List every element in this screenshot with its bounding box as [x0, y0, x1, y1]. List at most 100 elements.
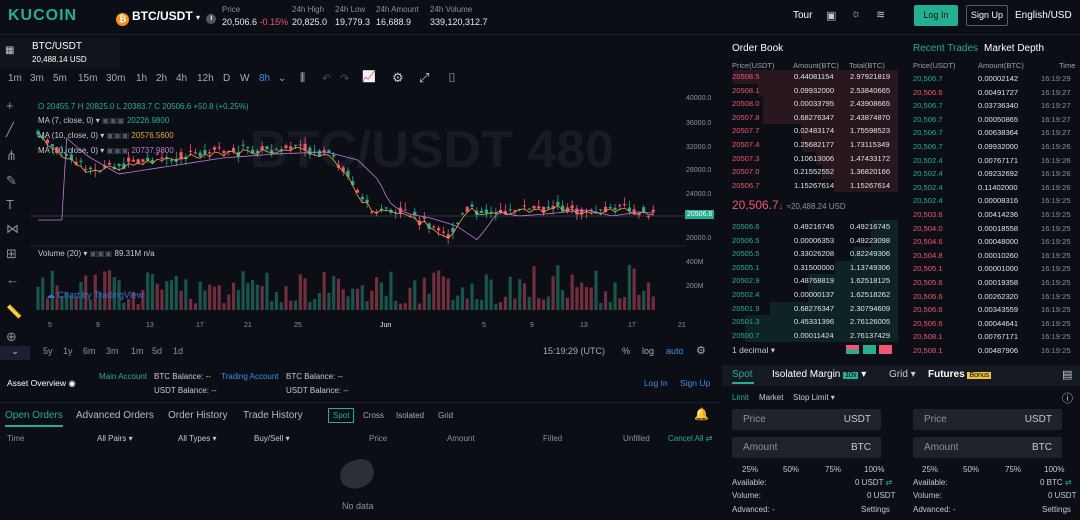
help-icon[interactable]: ⓘ [1062, 390, 1073, 406]
buy-pct-75[interactable]: 75% [825, 465, 841, 474]
tab-open-orders[interactable]: Open Orders [5, 410, 63, 427]
sell-settings[interactable]: Settings [1042, 505, 1071, 514]
calculator-icon[interactable]: ▤ [1062, 368, 1072, 381]
indicators-icon[interactable]: 📈 [362, 70, 376, 83]
collapse-toolbar-icon[interactable]: ⌄ [0, 346, 30, 360]
filter-grid[interactable]: Grid [438, 411, 453, 420]
eye-icon[interactable]: ◉ [68, 378, 75, 388]
ruler-icon[interactable]: 📏 [6, 304, 22, 320]
asks-row[interactable]: 20507.7 0.02483174 1.75598523 [732, 124, 898, 138]
tf-3m[interactable]: 3m [30, 73, 44, 84]
sell-pct-75[interactable]: 75% [1005, 465, 1021, 474]
tab-isolated-margin[interactable]: Isolated Margin 10x ▾ [772, 369, 866, 380]
range-6m[interactable]: 6m [83, 346, 96, 356]
bids-row[interactable]: 20500.7 0.00011424 2.76137429 [732, 328, 898, 343]
info-icon[interactable]: i [206, 14, 217, 24]
sell-pct-50[interactable]: 50% [963, 465, 979, 474]
range-3m[interactable]: 3m [106, 346, 119, 356]
bids-row[interactable]: 20506.5 0.00006353 0.49223098 [732, 233, 898, 248]
grid-icon[interactable]: ▦ [5, 45, 14, 56]
bids-row[interactable]: 20502.4 0.00000137 1.62518262 [732, 288, 898, 302]
sell-advanced[interactable]: Advanced: - [913, 505, 956, 514]
ob-view-asks-icon[interactable] [879, 345, 892, 354]
tour-link[interactable]: Tour [793, 10, 812, 21]
fib-icon[interactable]: ⋔ [6, 148, 17, 164]
ordertype-limit[interactable]: Limit [732, 393, 749, 402]
chart-settings-icon[interactable]: ⚙ [696, 344, 706, 357]
log-toggle[interactable]: log [642, 346, 654, 356]
tf-more-icon[interactable]: ⌄ [278, 73, 286, 84]
percent-toggle[interactable]: % [622, 346, 630, 356]
measure-icon[interactable]: ⊞ [6, 246, 17, 262]
sun-icon[interactable]: ☼ [851, 8, 861, 20]
buy-pct-25[interactable]: 25% [742, 465, 758, 474]
ordertype-stop-limit[interactable]: Stop Limit ▾ [793, 393, 835, 402]
tf-15m[interactable]: 15m [78, 73, 97, 84]
auto-toggle[interactable]: auto [666, 346, 684, 356]
tab-trade-history[interactable]: Trade History [243, 410, 303, 421]
cancel-all-button[interactable]: Cancel All ⇄ [668, 434, 713, 443]
sell-pct-25[interactable]: 25% [922, 465, 938, 474]
col-buy-sell[interactable]: Buy/Sell ▾ [254, 434, 290, 443]
filter-isolated[interactable]: Isolated [396, 411, 424, 420]
tf-2h[interactable]: 2h [156, 73, 167, 84]
pair-selector[interactable]: ₿ BTC/USDT ▾ i [116, 9, 217, 26]
tf-12h[interactable]: 12h [197, 73, 214, 84]
buy-pct-100[interactable]: 100% [864, 465, 884, 474]
tab-spot[interactable]: Spot [732, 369, 753, 380]
language-selector[interactable]: English/USD [1015, 10, 1072, 21]
wifi-icon[interactable]: ≋ [876, 8, 885, 21]
tf-5m[interactable]: 5m [53, 73, 67, 84]
bids-row[interactable]: 20505.1 0.31500000 1.13749306 [732, 260, 898, 275]
col-all-pairs[interactable]: All Pairs ▾ [97, 434, 133, 443]
buy-price-input[interactable]: Price USDT [732, 409, 881, 430]
range-5y[interactable]: 5y [43, 346, 53, 356]
tradingview-credit[interactable]: ☁ Chart by TradingView [46, 290, 143, 301]
buy-pct-50[interactable]: 50% [783, 465, 799, 474]
tf-1h[interactable]: 1h [136, 73, 147, 84]
asset-overview[interactable]: Asset Overview ◉ [7, 378, 76, 389]
tab-market-depth[interactable]: Market Depth [984, 43, 1044, 54]
precision-select[interactable]: 1 decimal ▾ [732, 345, 775, 356]
asks-row[interactable]: 20507.8 0.68276347 2.43874870 [732, 110, 898, 125]
bids-row[interactable]: 20502.9 0.48768819 1.62518125 [732, 274, 898, 288]
tab-order-history[interactable]: Order History [168, 410, 227, 421]
bids-row[interactable]: 20505.5 0.33026208 0.82249306 [732, 247, 898, 261]
account-signup-link[interactable]: Sign Up [680, 378, 710, 388]
trendline-icon[interactable]: ╱ [6, 122, 14, 138]
filter-spot[interactable]: Spot [328, 408, 355, 423]
asks-row[interactable]: 20507.4 0.25682177 1.73115349 [732, 138, 898, 152]
main-account-link[interactable]: Main Account [99, 372, 147, 381]
range-5d[interactable]: 5d [152, 346, 162, 356]
tab-grid[interactable]: Grid ▾ [889, 369, 916, 380]
filter-cross[interactable]: Cross [363, 411, 384, 420]
tf-d[interactable]: D [223, 73, 230, 84]
fullscreen-icon[interactable]: ⤢ [419, 70, 429, 86]
ob-view-both-icon[interactable] [846, 345, 859, 354]
asks-row[interactable]: 20507.0 0.21552552 1.36820166 [732, 165, 898, 179]
bell-icon[interactable]: 🔔 [694, 407, 709, 421]
brush-icon[interactable]: ✎ [6, 173, 17, 189]
sell-price-input[interactable]: Price USDT [913, 409, 1062, 430]
signup-button[interactable]: Sign Up [966, 5, 1008, 26]
sell-pct-100[interactable]: 100% [1044, 465, 1064, 474]
asks-row[interactable]: 20507.3 0.10613006 1.47433172 [732, 151, 898, 166]
redo-icon[interactable]: ↷ [340, 72, 349, 85]
asks-row[interactable]: 20508.5 0.44081154 2.97921819 [732, 70, 898, 84]
asks-row[interactable]: 20506.7 1.15267614 1.15267614 [732, 178, 898, 193]
buy-advanced[interactable]: Advanced: - [732, 505, 775, 514]
tf-1m[interactable]: 1m [8, 73, 22, 84]
tf-8h[interactable]: 8h [259, 73, 270, 84]
tf-30m[interactable]: 30m [106, 73, 125, 84]
bids-row[interactable]: 20501.9 0.68276347 2.30794609 [732, 301, 898, 316]
candle-type-icon[interactable]: ⫼ [300, 72, 305, 85]
settings-icon[interactable]: ⚙ [392, 70, 404, 86]
tab-futures[interactable]: Futures Bonus [928, 369, 992, 380]
sell-amount-input[interactable]: Amount BTC [913, 437, 1062, 458]
col-all-types[interactable]: All Types ▾ [178, 434, 217, 443]
trading-account-link[interactable]: Trading Account [221, 372, 279, 381]
range-1m[interactable]: 1m [131, 346, 144, 356]
buy-settings[interactable]: Settings [861, 505, 890, 514]
bids-row[interactable]: 20506.6 0.49216745 0.49216745 [732, 220, 898, 234]
range-1d[interactable]: 1d [173, 346, 183, 356]
